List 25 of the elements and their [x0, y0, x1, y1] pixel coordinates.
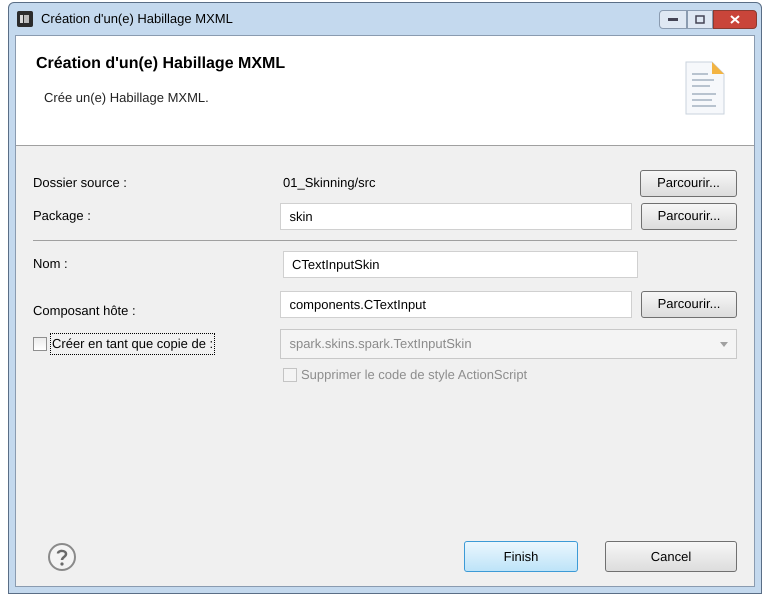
cancel-button[interactable]: Cancel: [605, 541, 737, 572]
field-label: Nom :: [33, 255, 69, 274]
browse-button[interactable]: Parcourir...: [640, 202, 738, 230]
maximize-icon: [695, 14, 705, 24]
app-logo-icon: [17, 11, 33, 27]
browse-button[interactable]: Parcourir...: [640, 170, 737, 196]
page-title: Création d'un(e) Habillage MXML: [36, 54, 286, 74]
finish-button[interactable]: Finish: [464, 541, 578, 572]
field-label: Composant hôte :: [33, 302, 137, 320]
maximize-button[interactable]: [687, 10, 713, 28]
host-component-field[interactable]: components.CTextInput: [280, 290, 632, 318]
close-icon: [730, 14, 740, 24]
window-title: Création d'un(e) Habillage MXML: [41, 10, 234, 28]
source-folder-value: 01_Skinning/src: [283, 174, 376, 192]
minimize-button[interactable]: [659, 10, 687, 28]
minimize-icon: [668, 18, 678, 20]
page-description: Crée un(e) Habillage MXML.: [43, 89, 210, 107]
field-label: Dossier source :: [33, 174, 128, 192]
name-field[interactable]: CTextInputSkin: [283, 250, 638, 278]
help-icon[interactable]: [47, 542, 77, 572]
close-button[interactable]: [713, 10, 757, 28]
browse-button[interactable]: Parcourir...: [640, 290, 738, 318]
field-label: Package :: [33, 207, 92, 226]
package-field[interactable]: skin: [280, 202, 632, 230]
dropdown-arrow-icon: [720, 342, 728, 346]
